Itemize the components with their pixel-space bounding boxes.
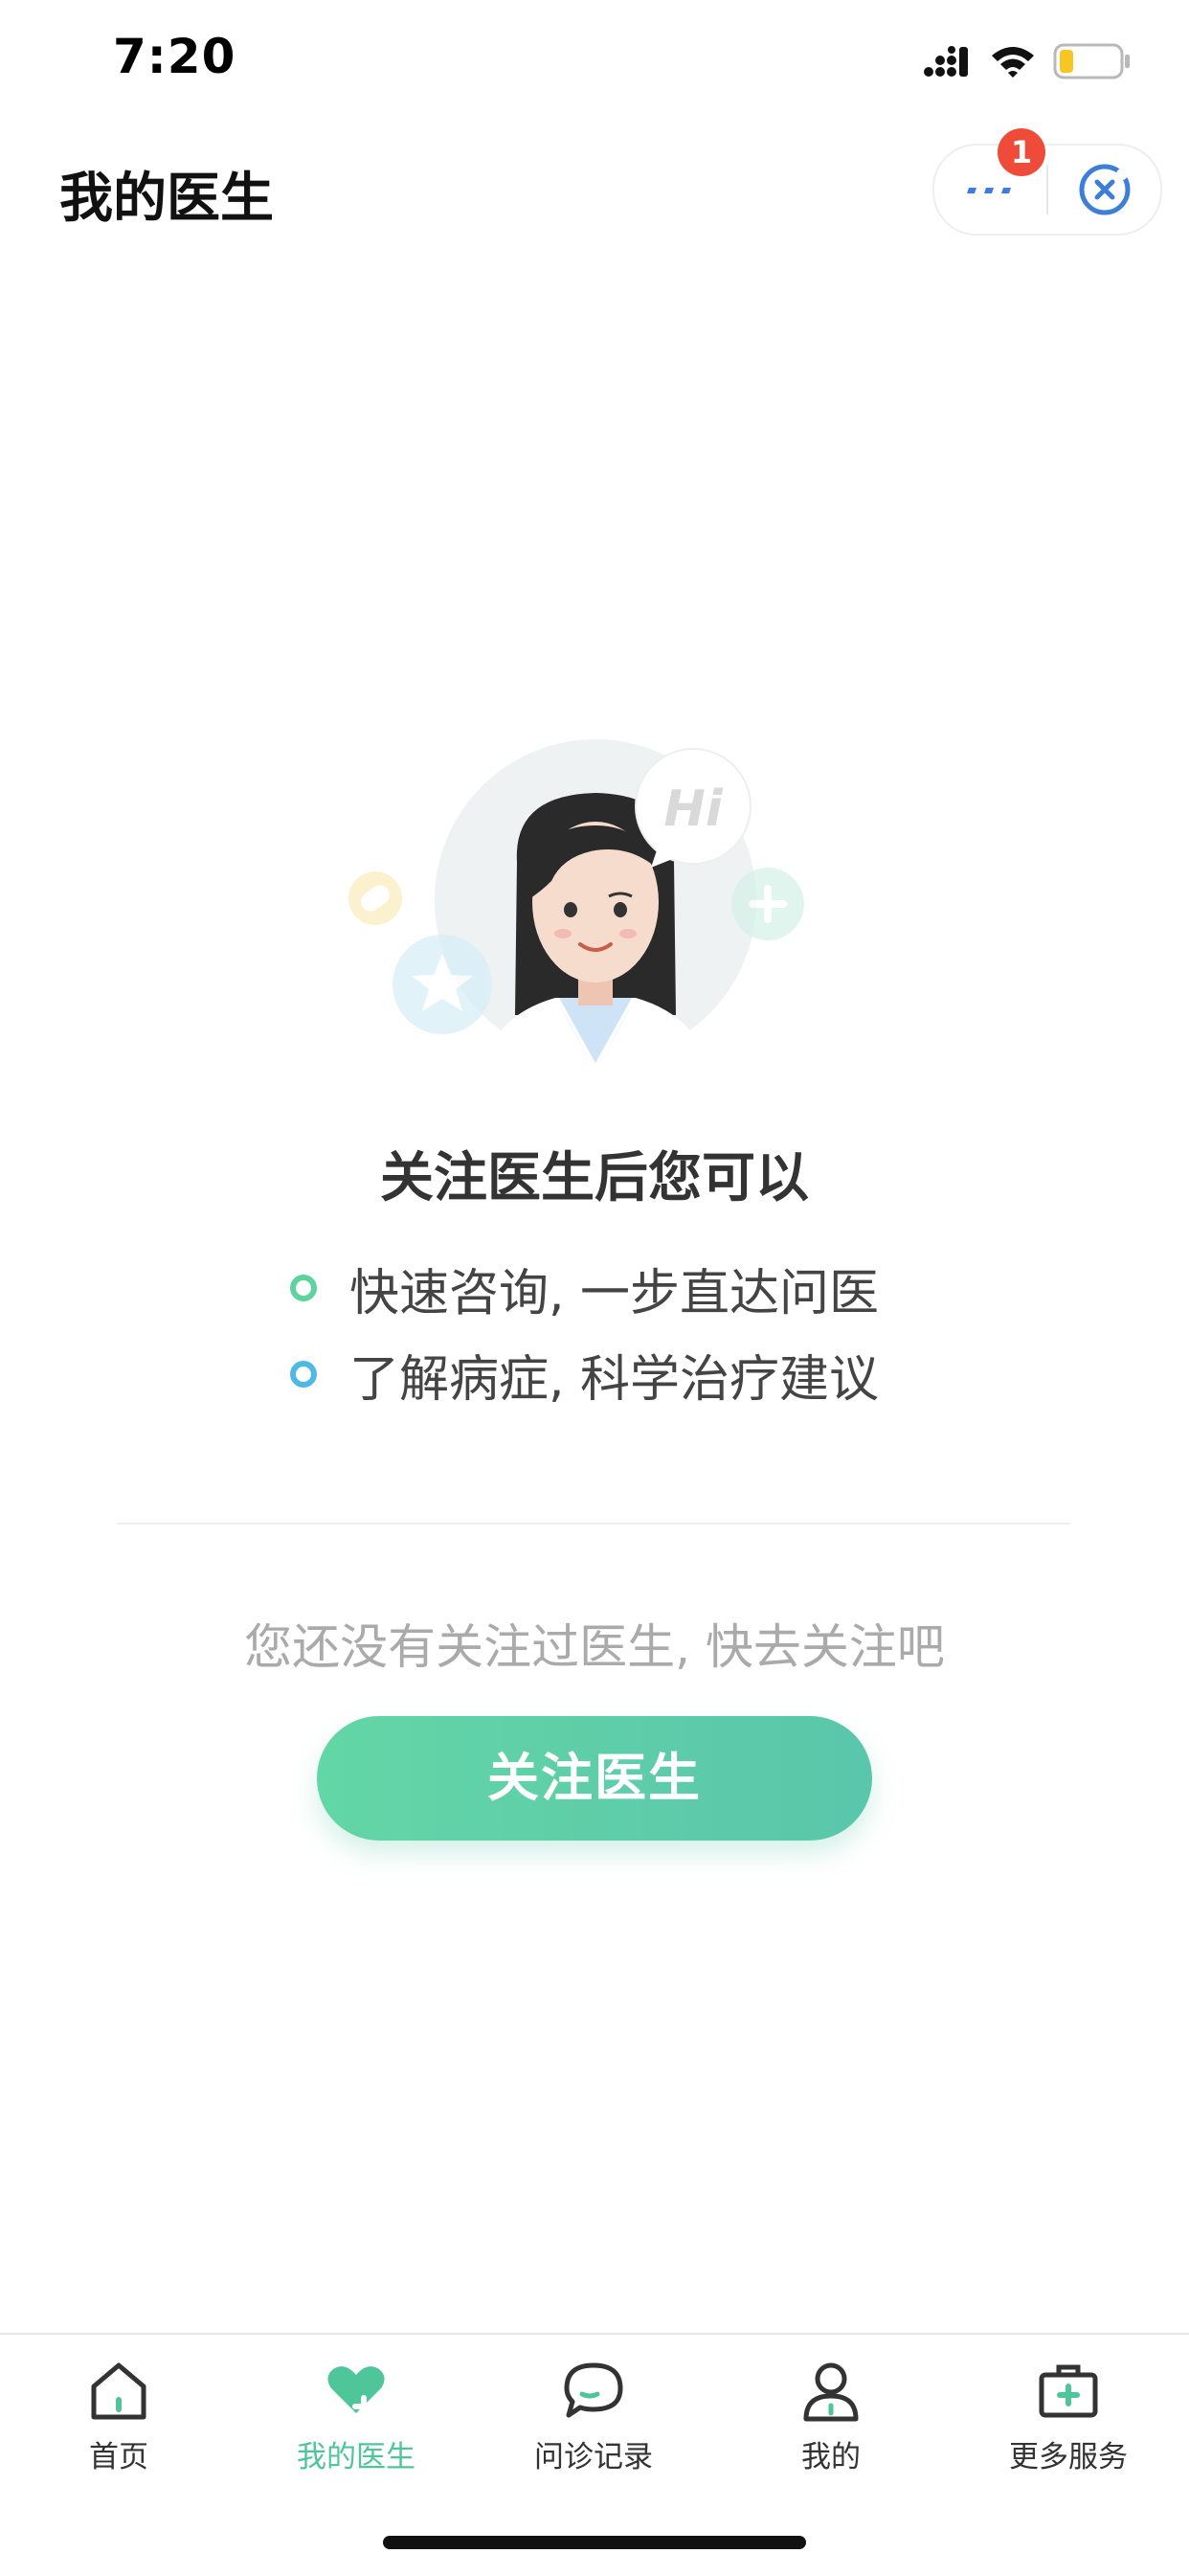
page-title: 我的医生 [59,168,274,230]
plus-icon [731,868,804,940]
promo-title: 关注医生后您可以 [380,1147,809,1209]
bubble-text: Hi [663,780,724,838]
medical-kit-icon [1039,2364,1098,2418]
tab-label: 我的医生 [297,2440,415,2474]
benefit-text: 了解病症, 科学治疗建议 [349,1350,880,1409]
battery-icon [1053,43,1130,79]
status-time: 7:20 [113,29,236,84]
tab-mine[interactable]: 我的 [712,2356,950,2490]
benefit-item: 了解病症, 科学治疗建议 [290,1331,879,1417]
header: 我的医生 1 [0,128,1189,249]
benefit-text: 快速咨询, 一步直达问医 [349,1264,880,1322]
tab-label: 首页 [89,2440,148,2474]
home-indicator[interactable] [383,2536,806,2549]
more-dots-icon [966,188,1011,193]
tab-my-doctor[interactable]: 我的医生 [237,2356,475,2490]
divider [117,1523,1070,1525]
status-bar: 7:20 [0,0,1189,126]
tab-consult-records[interactable]: 问诊记录 [475,2356,712,2490]
heart-plus-icon [327,2366,385,2418]
tab-label: 问诊记录 [534,2440,653,2474]
bullet-dot-icon [290,1361,317,1388]
wifi-icon [992,47,1034,78]
follow-doctor-button[interactable]: 关注医生 [317,1716,872,1841]
star-icon [393,935,492,1034]
tab-label: 我的 [801,2440,861,2474]
person-icon [803,2362,859,2422]
tab-more-services[interactable]: 更多服务 [950,2356,1187,2490]
tab-label: 更多服务 [1009,2440,1128,2474]
tab-home[interactable]: 首页 [0,2356,237,2490]
chat-bubble-icon [564,2362,623,2418]
bullet-dot-icon [290,1275,317,1301]
mini-program-capsule [932,144,1162,236]
benefit-list: 快速咨询, 一步直达问医 了解病症, 科学治疗建议 [290,1245,879,1417]
empty-state-hint: 您还没有关注过医生, 快去关注吧 [244,1619,945,1675]
notification-badge: 1 [998,128,1045,176]
home-icon [91,2362,146,2420]
status-icons [923,42,1132,80]
cellular-signal-icon [924,46,968,77]
close-button[interactable] [1048,146,1160,234]
pill-icon [348,871,402,925]
close-target-icon [1079,164,1130,215]
doctor-illustration: Hi [348,739,804,1082]
benefit-item: 快速咨询, 一步直达问医 [290,1245,879,1331]
